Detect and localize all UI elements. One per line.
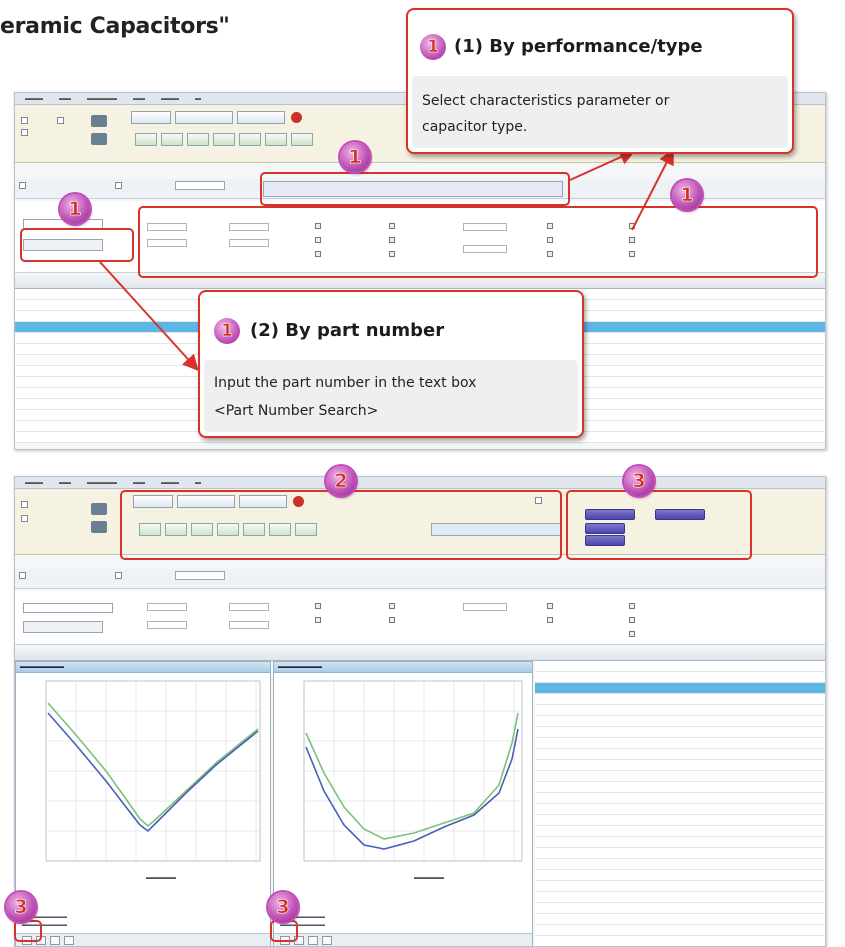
callout-badge: 1 (420, 34, 446, 60)
table-row[interactable] (535, 694, 825, 705)
table-row[interactable] (535, 804, 825, 815)
table-row[interactable] (535, 760, 825, 771)
step-badge: 3 (268, 892, 298, 922)
search-checkbox[interactable] (115, 572, 122, 579)
highlight-chart-export-left (14, 920, 42, 942)
step-badge: 1 (672, 180, 702, 210)
callout-text-line1: Select characteristics parameter or (422, 93, 670, 109)
chart-titlebar: ▬▬▬▬▬▬▬▬ (16, 662, 270, 673)
step-badge: 1 (60, 194, 90, 224)
chart-tool-icon[interactable] (322, 936, 332, 945)
results-grid-header (15, 647, 825, 661)
search-checkbox[interactable] (19, 572, 26, 579)
results-list (535, 661, 825, 946)
step-badge: 2 (326, 466, 356, 496)
menu-item[interactable]: ▬▬▬▬▬ (87, 480, 117, 486)
table-row[interactable] (535, 749, 825, 760)
filter-checkbox[interactable] (629, 617, 635, 623)
filter-input[interactable] (147, 603, 187, 611)
chart-toolbar (274, 933, 532, 946)
callout-title: (2) By part number (250, 320, 445, 341)
callout-badge: 1 (214, 318, 240, 344)
callout-text-line2: capacitor type. (422, 119, 528, 135)
table-row[interactable] (535, 727, 825, 738)
chart-titlebar: ▬▬▬▬▬▬▬▬ (274, 662, 532, 673)
menu-item[interactable]: ▬▬ (59, 480, 71, 486)
ribbon-checkbox[interactable] (21, 501, 28, 508)
table-row[interactable] (535, 738, 825, 749)
capacitor-icon[interactable] (91, 521, 107, 533)
filter-input[interactable] (147, 621, 187, 629)
highlight-graph-controls (120, 490, 562, 560)
table-row-selected[interactable] (535, 683, 825, 694)
svg-text:▬▬▬▬▬: ▬▬▬▬▬ (146, 875, 176, 881)
chart-toolbar (16, 933, 270, 946)
menu-bar: ▬▬▬ ▬▬ ▬▬▬▬▬ ▬▬ ▬▬▬ ▬ (15, 477, 825, 489)
filter-area (15, 591, 825, 645)
filter-checkbox[interactable] (315, 603, 321, 609)
table-row[interactable] (535, 815, 825, 826)
table-row[interactable] (535, 903, 825, 914)
table-row[interactable] (535, 848, 825, 859)
table-row[interactable] (535, 881, 825, 892)
filter-checkbox[interactable] (389, 603, 395, 609)
filter-checkbox[interactable] (389, 617, 395, 623)
table-row[interactable] (535, 826, 825, 837)
chart-tool-icon[interactable] (64, 936, 74, 945)
chart-panel-esr: ▬▬▬▬▬▬▬▬ ▬▬▬▬▬ ▬▬▬▬▬▬▬▬▬ ▬▬▬▬▬▬▬▬▬ (273, 661, 533, 946)
table-row[interactable] (535, 661, 825, 672)
filter-checkbox[interactable] (547, 617, 553, 623)
step-badge: 3 (624, 466, 654, 496)
search-options-bar (15, 569, 825, 589)
part-number-search-input[interactable] (23, 603, 113, 613)
table-row[interactable] (535, 782, 825, 793)
table-row[interactable] (535, 859, 825, 870)
filter-checkbox[interactable] (315, 617, 321, 623)
search-field[interactable] (175, 571, 225, 580)
svg-text:▬▬▬▬▬: ▬▬▬▬▬ (414, 875, 444, 881)
step-badge: 1 (340, 142, 370, 172)
table-row[interactable] (535, 870, 825, 881)
menu-item[interactable]: ▬▬ (133, 480, 145, 486)
esr-chart: ▬▬▬▬▬ (303, 680, 523, 881)
filter-checkbox[interactable] (629, 603, 635, 609)
impedance-chart: ▬▬▬▬▬ (45, 680, 261, 881)
callout-title: (1) By performance/type (454, 36, 703, 57)
highlight-output-buttons (566, 490, 752, 560)
table-row[interactable] (535, 925, 825, 936)
table-row[interactable] (535, 914, 825, 925)
save-icon[interactable] (50, 936, 60, 945)
table-row[interactable] (535, 837, 825, 848)
table-row[interactable] (535, 672, 825, 683)
filter-checkbox[interactable] (629, 631, 635, 637)
callout-performance-type: 1 (1) By performance/type Select charact… (406, 8, 794, 154)
save-icon[interactable] (308, 936, 318, 945)
filter-input[interactable] (463, 603, 507, 611)
table-row[interactable] (535, 892, 825, 903)
callout-part-number: 1 (2) By part number Input the part numb… (198, 290, 584, 438)
filter-checkbox[interactable] (547, 603, 553, 609)
filter-input[interactable] (229, 621, 269, 629)
table-row[interactable] (535, 793, 825, 804)
menu-item[interactable]: ▬▬▬ (161, 480, 179, 486)
chart-title: ▬▬▬▬▬▬▬▬ (278, 664, 322, 670)
step-badge: 3 (6, 892, 36, 922)
capacitor-icon[interactable] (91, 503, 107, 515)
ribbon-checkbox[interactable] (21, 515, 28, 522)
highlight-chart-export-right (270, 920, 298, 942)
table-row[interactable] (535, 705, 825, 716)
filter-input[interactable] (229, 603, 269, 611)
menu-item[interactable]: ▬ (195, 480, 201, 486)
table-row[interactable] (535, 771, 825, 782)
chart-panel-impedance: ▬▬▬▬▬▬▬▬ ▬▬▬▬▬ ▬▬▬▬▬▬▬▬▬ ▬▬▬▬▬▬▬▬▬ (15, 661, 271, 946)
callout-text-line2: <Part Number Search> (214, 403, 379, 419)
callout-text-line1: Input the part number in the text box (214, 375, 477, 391)
chart-title: ▬▬▬▬▬▬▬▬ (20, 664, 64, 670)
table-row[interactable] (535, 716, 825, 727)
more-conditions-button[interactable] (23, 621, 103, 633)
menu-item[interactable]: ▬▬▬ (25, 480, 43, 486)
